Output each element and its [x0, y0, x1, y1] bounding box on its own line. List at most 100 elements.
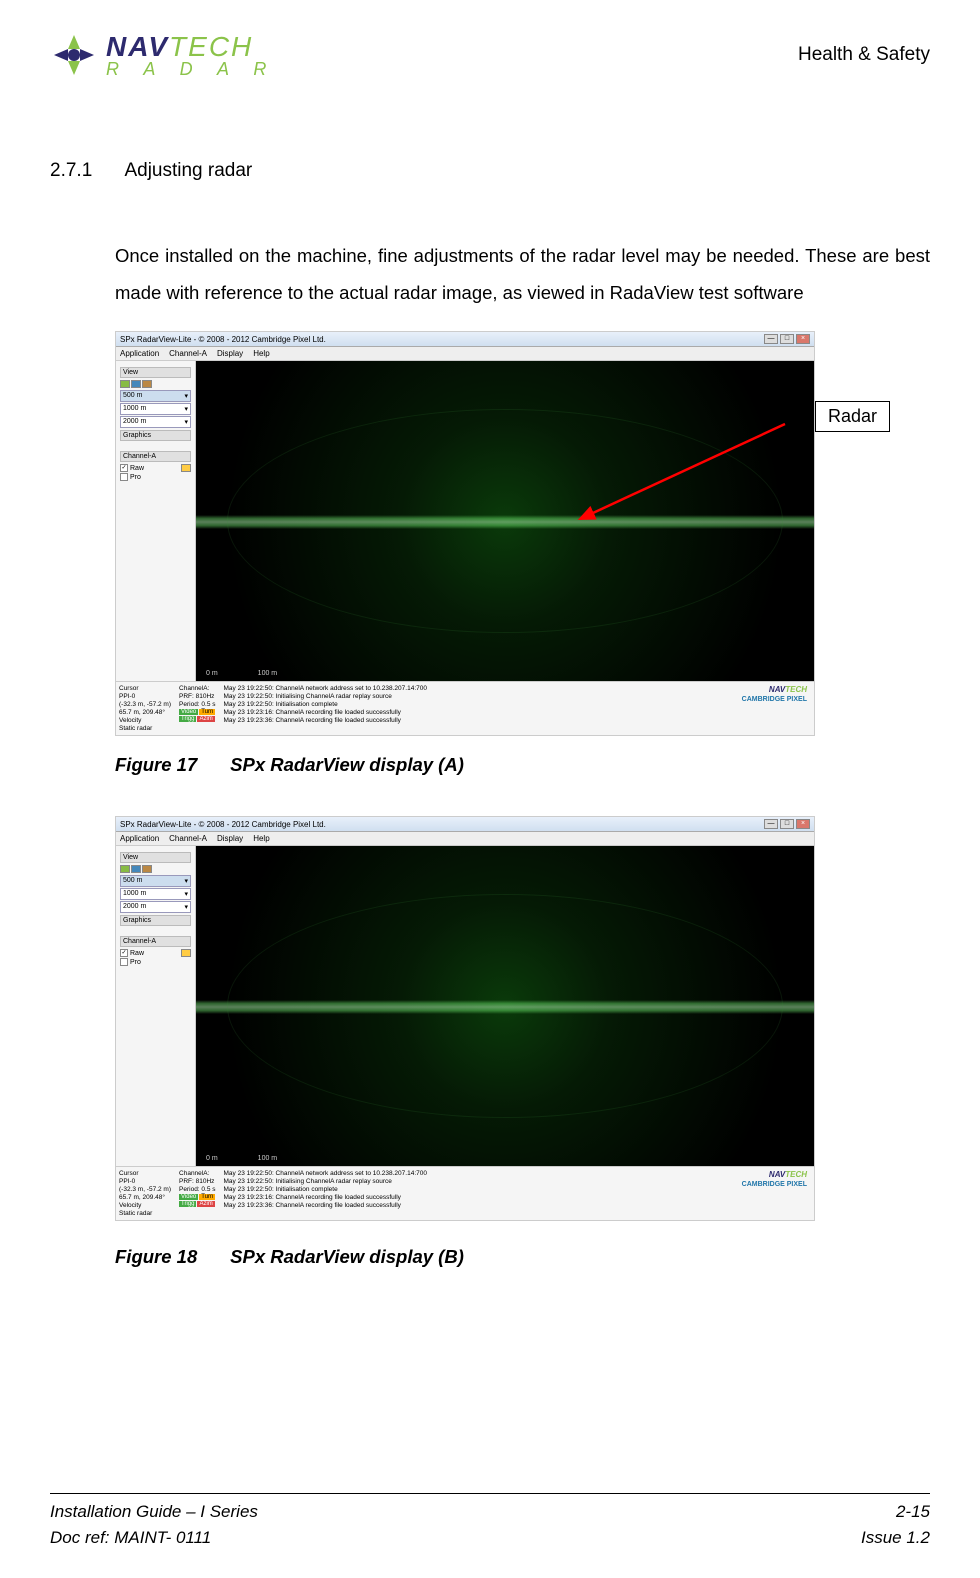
page-footer: Installation Guide – I Series 2-15 Doc r…: [50, 1493, 930, 1548]
menu-channel-a: Channel-A: [169, 834, 207, 843]
footer-page: 2-15: [896, 1502, 930, 1522]
screenshot-a: SPx RadarView-Lite - © 2008 - 2012 Cambr…: [115, 331, 815, 736]
range-500m: 500 m▾: [120, 390, 191, 402]
maximize-icon: □: [780, 819, 794, 829]
window-titlebar: SPx RadarView-Lite - © 2008 - 2012 Cambr…: [116, 817, 814, 832]
log-line: May 23 19:22:50: Initialisation complete: [224, 701, 427, 708]
footer-issue: Issue 1.2: [861, 1528, 930, 1548]
status-bar: Cursor PPI-0 (-32.3 m, -57.2 m) 65.7 m, …: [116, 681, 814, 735]
status-range: 65.7 m, 209.48°: [119, 1194, 171, 1201]
status-prf: PRF: 810Hz: [179, 693, 216, 700]
status-prf: PRF: 810Hz: [179, 1178, 216, 1185]
menu-channel-a: Channel-A: [169, 349, 207, 358]
scale-hundred: 100 m: [258, 670, 277, 677]
status-coords: (-32.3 m, -57.2 m): [119, 1186, 171, 1193]
sidebar-view-label: View: [120, 367, 191, 378]
annotation-arrow-icon: [570, 419, 790, 529]
log-line: May 23 19:23:36: ChannelA recording file…: [224, 1202, 427, 1209]
cambridge-pixel-logo: CAMBRIDGE PIXEL: [742, 1181, 807, 1188]
palette-swatch: [120, 865, 130, 873]
section-number: 2.7.1: [50, 160, 120, 182]
range-2000m: 2000 m▾: [120, 416, 191, 428]
swatch-icon: [181, 949, 191, 957]
checkbox-pro: [120, 958, 128, 966]
log-line: May 23 19:23:16: ChannelA recording file…: [224, 1194, 427, 1201]
sidebar: View 500 m▾ 1000 m▾ 2000 m▾ Graphics Cha…: [116, 846, 196, 1166]
footer-docref: Doc ref: MAINT- 0111: [50, 1528, 211, 1548]
close-icon: ×: [796, 819, 810, 829]
figure-18-title: SPx RadarView display (B): [230, 1246, 464, 1267]
log-line: May 23 19:23:36: ChannelA recording file…: [224, 717, 427, 724]
badge-azim: Azim: [197, 1201, 214, 1207]
status-channel: ChannelA:: [179, 1170, 216, 1177]
badge-video: Video: [179, 1194, 198, 1200]
sidebar-view-label: View: [120, 852, 191, 863]
log-line: May 23 19:22:50: ChannelA network addres…: [224, 685, 427, 692]
log-line: May 23 19:22:50: ChannelA network addres…: [224, 1170, 427, 1177]
status-cursor: Cursor: [119, 1170, 171, 1177]
scale-zero: 0 m: [206, 1155, 218, 1162]
sidebar-graphics-label: Graphics: [120, 430, 191, 441]
window-title: SPx RadarView-Lite - © 2008 - 2012 Cambr…: [120, 335, 326, 344]
figure-17-title: SPx RadarView display (A): [230, 754, 464, 775]
log-line: May 23 19:23:16: ChannelA recording file…: [224, 709, 427, 716]
minimize-icon: —: [764, 334, 778, 344]
status-bar: Cursor PPI-0 (-32.3 m, -57.2 m) 65.7 m, …: [116, 1166, 814, 1220]
checkbox-raw: ✓: [120, 949, 128, 957]
range-1000m: 1000 m▾: [120, 888, 191, 900]
screenshot-b: SPx RadarView-Lite - © 2008 - 2012 Cambr…: [115, 816, 815, 1221]
swatch-icon: [181, 464, 191, 472]
menu-help: Help: [253, 834, 269, 843]
checkbox-raw: ✓: [120, 464, 128, 472]
sidebar-channel-label: Channel-A: [120, 936, 191, 947]
palette-swatch: [131, 865, 141, 873]
raw-label: Raw: [130, 950, 144, 957]
body-paragraph: Once installed on the machine, fine adju…: [115, 237, 930, 311]
logo-icon: [50, 31, 98, 79]
sidebar-graphics-label: Graphics: [120, 915, 191, 926]
menu-help: Help: [253, 349, 269, 358]
pro-label: Pro: [130, 959, 141, 966]
cambridge-pixel-logo: CAMBRIDGE PIXEL: [742, 696, 807, 703]
menu-application: Application: [120, 349, 159, 358]
header-section-label: Health & Safety: [798, 44, 930, 66]
status-period: Period: 0.5 s: [179, 701, 216, 708]
figure-18-caption: Figure 18 SPx RadarView display (B): [115, 1246, 930, 1268]
badge-trigg: Trigg: [179, 1201, 196, 1207]
status-ppi: PPI-0: [119, 693, 171, 700]
status-static: Static radar: [119, 725, 171, 732]
palette-swatch: [142, 865, 152, 873]
figure-18-number: Figure 18: [115, 1246, 225, 1268]
window-titlebar: SPx RadarView-Lite - © 2008 - 2012 Cambr…: [116, 332, 814, 347]
status-range: 65.7 m, 209.48°: [119, 709, 171, 716]
logo-subtitle: R A D A R: [106, 59, 276, 80]
close-icon: ×: [796, 334, 810, 344]
status-velocity: Velocity: [119, 1202, 171, 1209]
badge-video: Video: [179, 709, 198, 715]
checkbox-pro: [120, 473, 128, 481]
range-2000m: 2000 m▾: [120, 901, 191, 913]
range-1000m: 1000 m▾: [120, 403, 191, 415]
footer-guide: Installation Guide – I Series: [50, 1502, 258, 1522]
figure-18: SPx RadarView-Lite - © 2008 - 2012 Cambr…: [115, 816, 930, 1221]
status-channel: ChannelA:: [179, 685, 216, 692]
palette-swatch: [142, 380, 152, 388]
radar-display: 0 m 100 m: [196, 846, 814, 1166]
status-cursor: Cursor: [119, 685, 171, 692]
section-title: Adjusting radar: [124, 160, 252, 181]
badge-turn: Turn: [199, 1194, 215, 1200]
status-velocity: Velocity: [119, 717, 171, 724]
scale-hundred: 100 m: [258, 1155, 277, 1162]
menu-application: Application: [120, 834, 159, 843]
navtech-logo-small: NAVTECH: [769, 685, 807, 694]
menu-display: Display: [217, 834, 243, 843]
figure-17-caption: Figure 17 SPx RadarView display (A): [115, 754, 930, 776]
status-period: Period: 0.5 s: [179, 1186, 216, 1193]
status-coords: (-32.3 m, -57.2 m): [119, 701, 171, 708]
badge-azim: Azim: [197, 716, 214, 722]
status-static: Static radar: [119, 1210, 171, 1217]
palette-swatch: [120, 380, 130, 388]
window-title: SPx RadarView-Lite - © 2008 - 2012 Cambr…: [120, 820, 326, 829]
logo-nav-text: NAV: [106, 31, 169, 62]
figure-17: Radar SPx RadarView-Lite - © 2008 - 2012…: [115, 331, 930, 736]
